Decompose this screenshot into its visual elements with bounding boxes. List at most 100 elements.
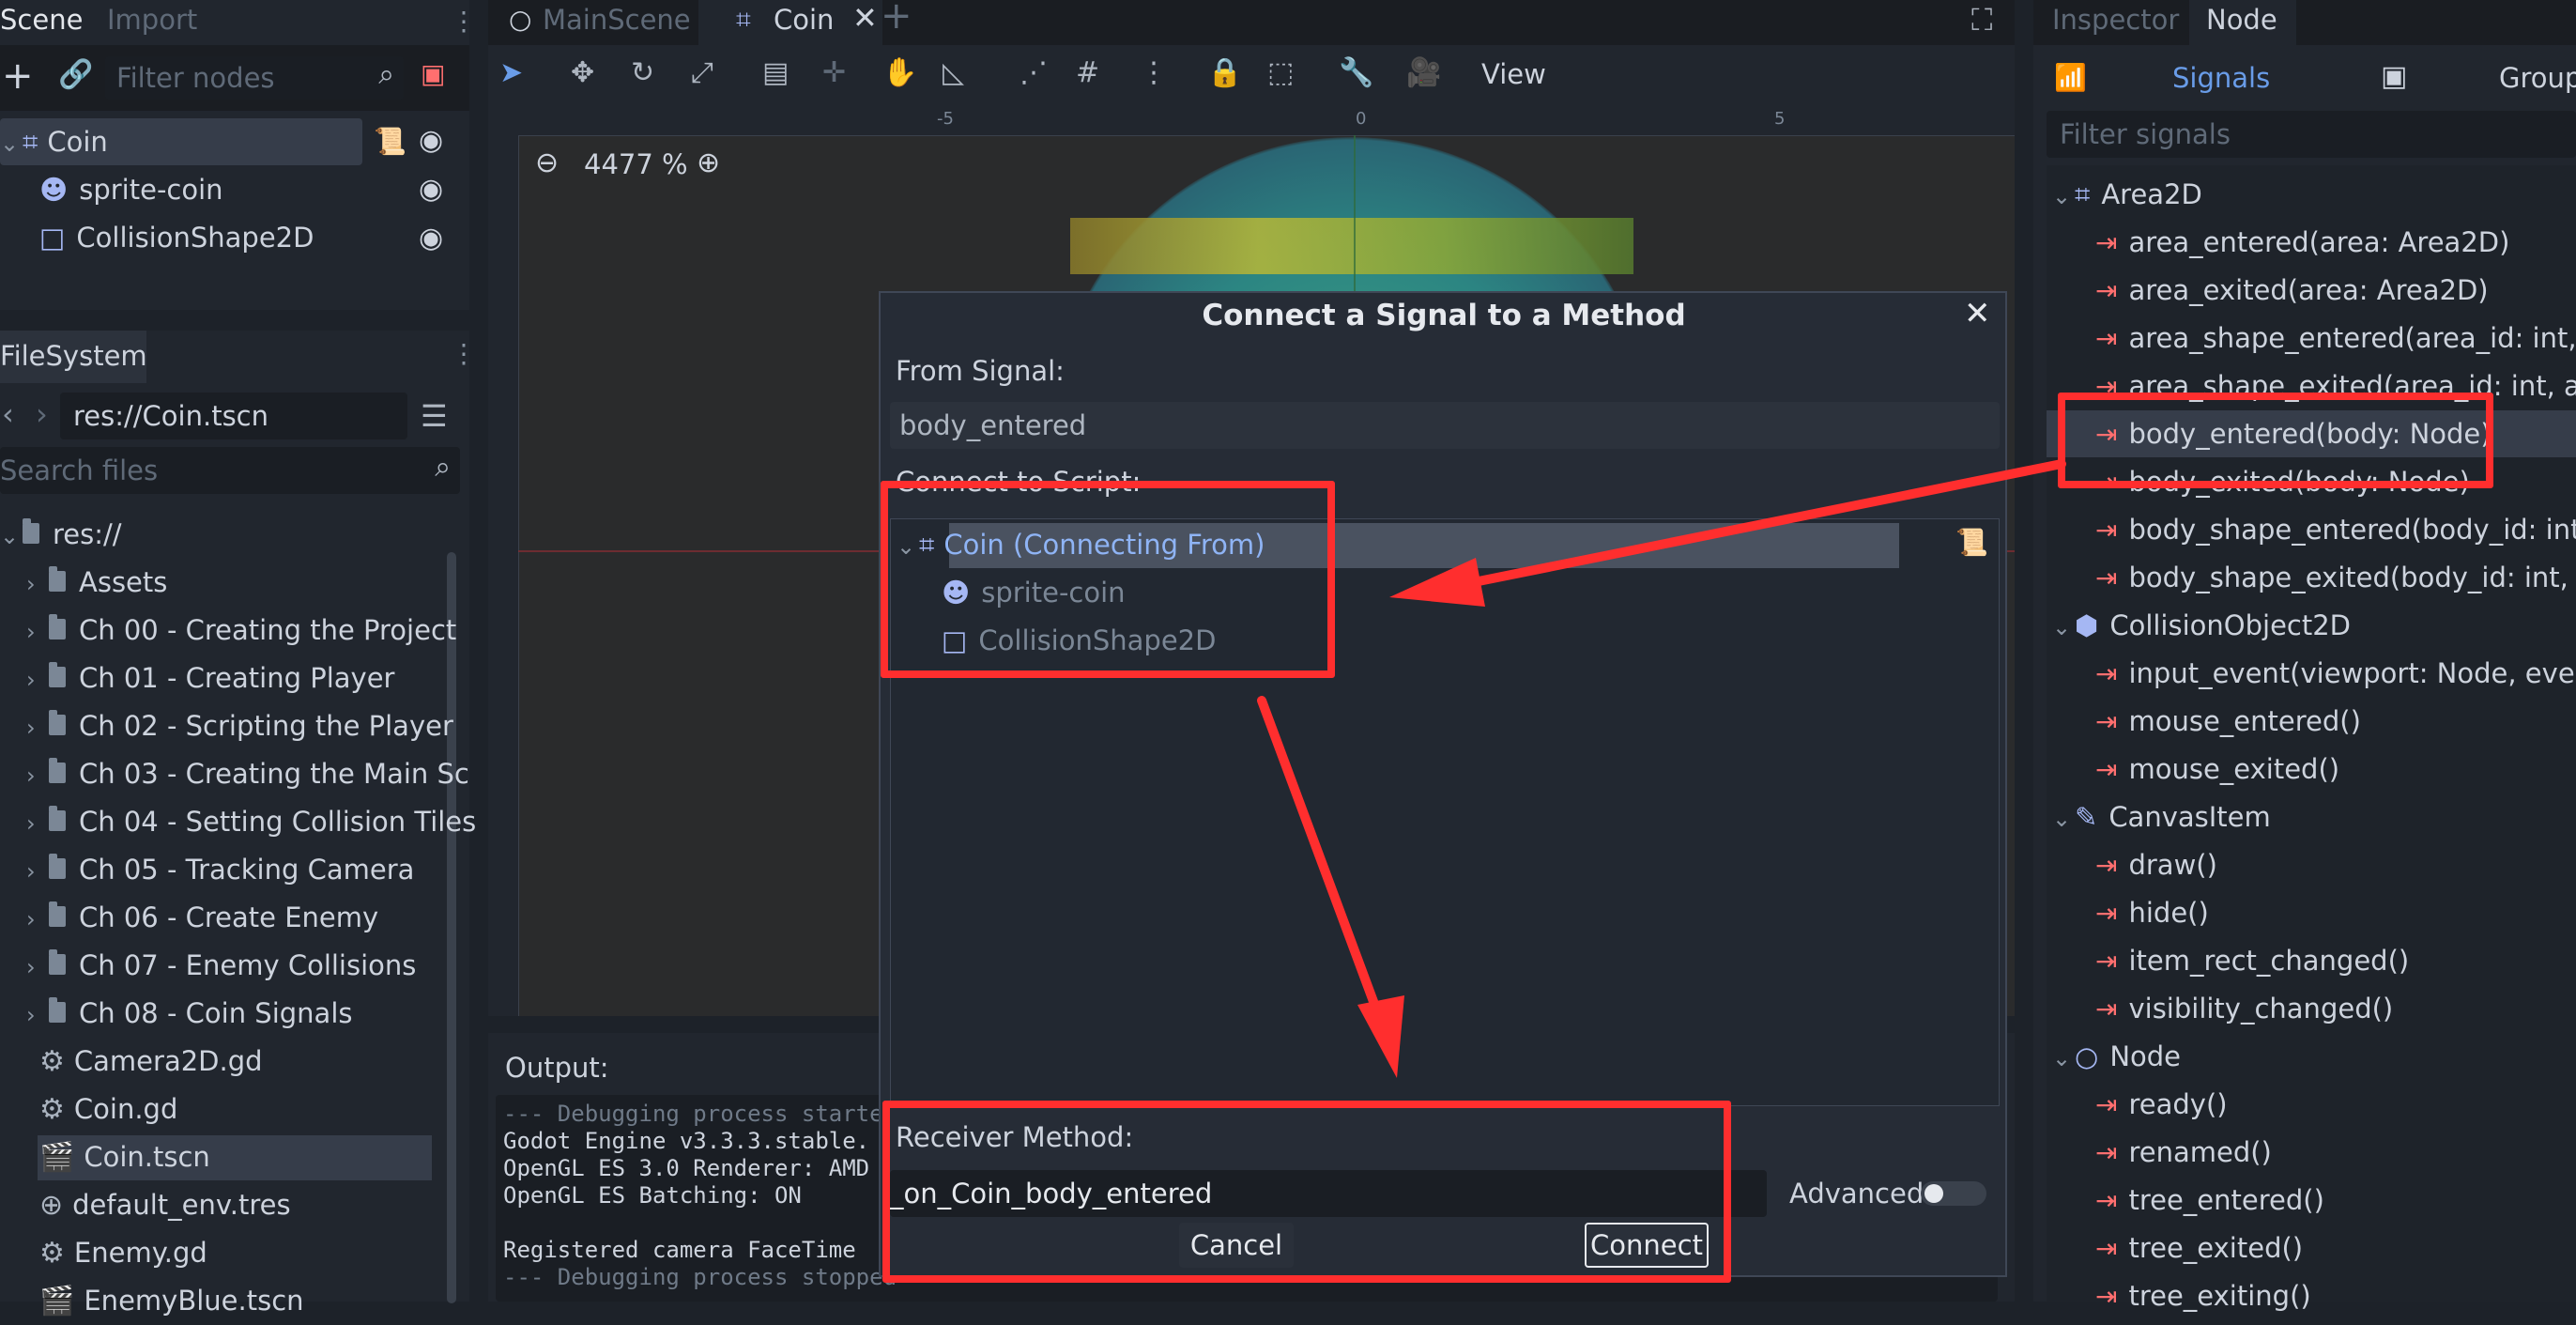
signal-item[interactable]: ⇥ tree_exited() (2095, 1225, 2303, 1272)
link-icon[interactable]: 🔗 (58, 58, 93, 91)
view-menu[interactable]: View (1481, 58, 1546, 90)
tab-scene[interactable]: Scene (0, 0, 83, 45)
signal-item[interactable]: ⇥ visibility_changed() (2095, 985, 2393, 1033)
pan-tool-icon[interactable]: ✋ (882, 56, 917, 89)
filesystem-item[interactable]: › Ch 00 - Creating the Project (26, 607, 456, 655)
signal-item[interactable]: ⇥ tree_exiting() (2095, 1272, 2311, 1320)
list-select-icon[interactable]: ▤ (762, 56, 789, 89)
ruler-tool-icon[interactable]: ◺ (943, 56, 964, 89)
add-node-icon[interactable]: + (2, 54, 34, 98)
chevron-right-icon[interactable]: › (26, 656, 49, 704)
dock-menu-icon[interactable]: ⋮ (451, 6, 477, 37)
chevron-right-icon[interactable]: › (26, 992, 49, 1040)
zoom-out-icon[interactable]: ⊖ (535, 146, 559, 179)
zoom-in-icon[interactable]: ⊕ (697, 146, 720, 179)
group-icon[interactable]: ⬚ (1267, 56, 1294, 89)
visibility-eye-icon[interactable]: ◉ (419, 222, 443, 254)
skeleton-icon[interactable]: 🔧 (1339, 56, 1373, 89)
split-view-icon[interactable]: ☰ (421, 398, 448, 434)
signal-item[interactable]: ⇥ mouse_entered() (2095, 698, 2361, 746)
chevron-down-icon[interactable]: ⌄ (2052, 173, 2075, 221)
tab-node[interactable]: Node (2189, 0, 2296, 45)
signal-group-header[interactable]: ⌄ ⬢ CollisionObject2D (2052, 602, 2351, 650)
signal-item[interactable]: ⇥ item_rect_changed() (2095, 937, 2409, 985)
filesystem-item[interactable]: › Ch 06 - Create Enemy (26, 894, 378, 942)
signal-item[interactable]: ⇥ input_event(viewport: Node, event: I (2095, 650, 2576, 698)
chevron-down-icon[interactable]: ⌄ (0, 513, 23, 561)
signal-item[interactable]: ⇥ ready() (2095, 1081, 2228, 1129)
filesystem-item[interactable]: ⚙ Camera2D.gd (39, 1038, 263, 1086)
lock-icon[interactable]: 🔒 (1207, 56, 1242, 89)
path-field[interactable]: res://Coin.tscn (60, 393, 407, 439)
rotate-tool-icon[interactable]: ↻ (631, 56, 654, 89)
camera-icon[interactable]: 🎥 (1406, 56, 1441, 89)
chevron-right-icon[interactable]: › (26, 800, 49, 848)
signals-subtab[interactable]: 📶 Signals ▣ (2033, 53, 2407, 103)
chevron-right-icon[interactable]: › (26, 944, 49, 992)
select-tool-icon[interactable]: ➤ (499, 56, 523, 89)
zoom-level[interactable]: 4477 % (584, 148, 688, 180)
filesystem-item[interactable]: ⚙ Coin.gd (39, 1086, 177, 1133)
forward-icon[interactable]: › (36, 396, 48, 432)
pivot-tool-icon[interactable]: ✛ (822, 56, 846, 89)
visibility-eye-icon[interactable]: ◉ (419, 173, 443, 206)
signal-item[interactable]: ⇥ body_shape_entered(body_id: int, bo (2095, 506, 2576, 554)
grid-snap-icon[interactable]: # (1076, 56, 1099, 89)
filter-options-icon[interactable]: ▣ (421, 58, 445, 89)
chevron-right-icon[interactable]: › (26, 752, 49, 800)
tab-import[interactable]: Import (107, 0, 197, 45)
tree-item-sprite-coin[interactable]: ☻ sprite-coin (39, 166, 223, 214)
tab-coin[interactable]: ⌗ Coin ✕ (698, 0, 882, 45)
filesystem-item[interactable]: › Ch 07 - Enemy Collisions (26, 942, 416, 990)
tree-item-coin[interactable]: ⌄ ⌗ Coin (0, 118, 108, 166)
chevron-right-icon[interactable]: › (26, 848, 49, 896)
filter-signals-input[interactable]: Filter signals (2047, 111, 2576, 158)
filesystem-item[interactable]: › Ch 08 - Coin Signals (26, 990, 353, 1038)
filesystem-item[interactable]: ⌄ res:// (0, 511, 122, 559)
scale-tool-icon[interactable]: ⤢ (691, 56, 713, 89)
close-icon[interactable]: ✕ (1964, 295, 1991, 332)
tab-filesystem[interactable]: FileSystem (0, 331, 147, 383)
filesystem-item[interactable]: › Ch 02 - Scripting the Player (26, 702, 453, 750)
new-tab-icon[interactable]: + (881, 0, 912, 38)
filesystem-item[interactable]: › Ch 04 - Setting Collision Tiles (26, 798, 476, 846)
filter-nodes-input[interactable]: Filter nodes ⌕ (105, 56, 404, 100)
close-tab-icon[interactable]: ✕ (852, 0, 878, 36)
chevron-right-icon[interactable]: › (26, 704, 49, 752)
signal-group-header[interactable]: ⌄ ○ Node (2052, 1033, 2181, 1081)
filesystem-item[interactable]: 🎬 Coin.tscn (39, 1133, 210, 1181)
snap-options-icon[interactable]: ⋮ (1140, 56, 1168, 89)
filesystem-item[interactable]: › Ch 01 - Creating Player (26, 655, 394, 702)
signal-item[interactable]: ⇥ area_entered(area: Area2D) (2095, 219, 2509, 267)
filesystem-item[interactable]: ⚙ Enemy.gd (39, 1229, 207, 1277)
visibility-eye-icon[interactable]: ◉ (419, 124, 443, 157)
filesystem-item[interactable]: › Ch 03 - Creating the Main Sc (26, 750, 469, 798)
smart-snap-icon[interactable]: ⋰ (1020, 56, 1048, 89)
filesystem-item[interactable]: › Ch 05 - Tracking Camera (26, 846, 414, 894)
tab-inspector[interactable]: Inspector (2052, 0, 2179, 45)
chevron-down-icon[interactable]: ⌄ (2052, 1035, 2075, 1083)
search-files-input[interactable]: Search files ⌕ (0, 447, 460, 494)
signal-item[interactable]: ⇥ body_shape_exited(body_id: int, bod (2095, 554, 2576, 602)
filesystem-item[interactable]: › Assets (26, 559, 167, 607)
tab-mainscene[interactable]: ○ MainScene (488, 0, 695, 45)
fullscreen-icon[interactable]: ⛶ (1971, 2, 1992, 39)
signal-item[interactable]: ⇥ area_exited(area: Area2D) (2095, 267, 2489, 315)
advanced-toggle[interactable] (1921, 1181, 1986, 1206)
signal-group-header[interactable]: ⌄ ✎ CanvasItem (2052, 793, 2271, 841)
chevron-right-icon[interactable]: › (26, 561, 49, 609)
script-icon[interactable]: 📜 (374, 126, 406, 157)
chevron-down-icon[interactable]: ⌄ (2052, 604, 2075, 652)
signal-item[interactable]: ⇥ mouse_exited() (2095, 746, 2339, 793)
signal-group-header[interactable]: ⌄ ⌗ Area2D (2052, 171, 2202, 219)
signal-item[interactable]: ⇥ hide() (2095, 889, 2209, 937)
dock-menu-icon[interactable]: ⋮ (451, 338, 477, 369)
script-icon[interactable]: 📜 (1955, 527, 1988, 558)
tree-item-collisionshape2d[interactable]: □ CollisionShape2D (39, 214, 314, 262)
move-tool-icon[interactable]: ✥ (571, 56, 594, 89)
chevron-right-icon[interactable]: › (26, 896, 49, 944)
signal-item[interactable]: ⇥ area_shape_entered(area_id: int, area (2095, 315, 2576, 362)
scrollbar[interactable] (447, 552, 456, 1303)
filesystem-item[interactable]: ⊕ default_env.tres (39, 1181, 291, 1229)
chevron-down-icon[interactable]: ⌄ (2052, 795, 2075, 843)
